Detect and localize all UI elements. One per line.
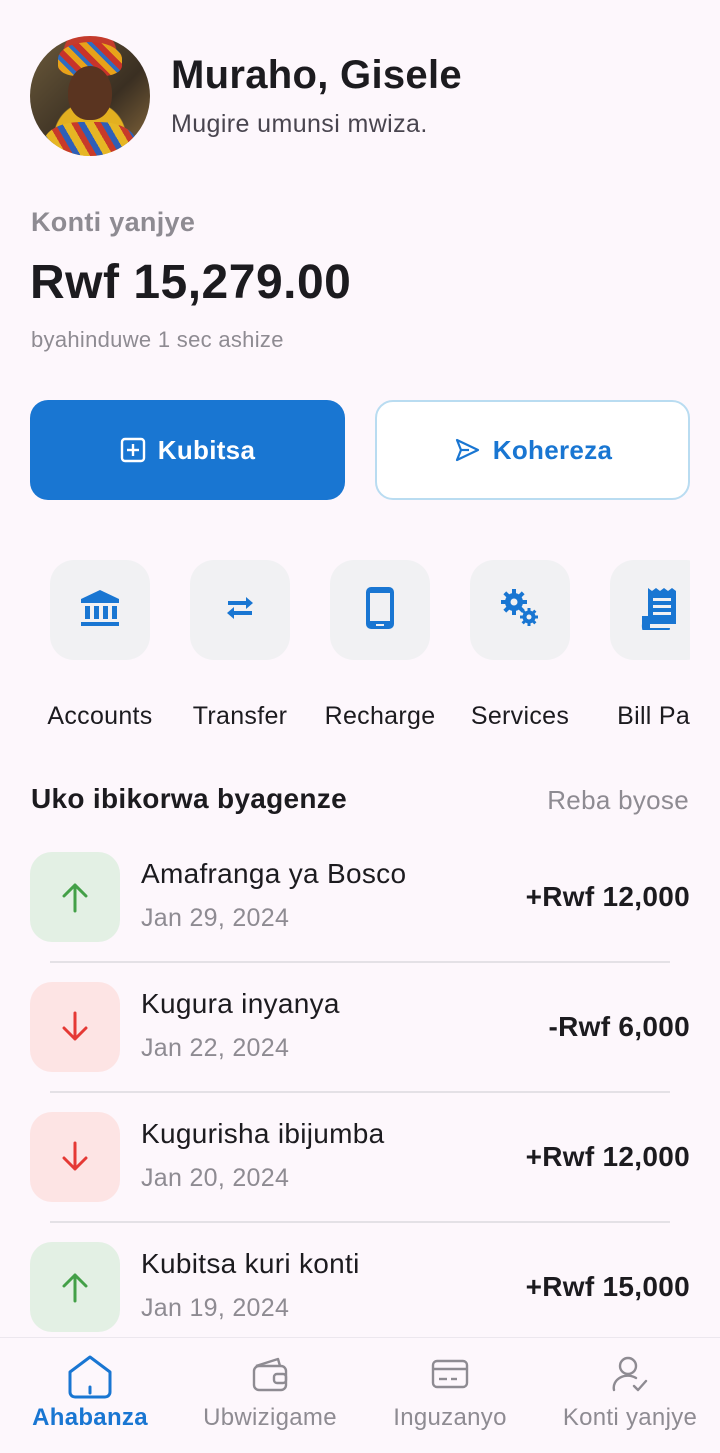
transaction-date: Jan 22, 2024: [141, 1034, 290, 1062]
arrow-up-icon: [30, 1242, 120, 1332]
avatar[interactable]: [30, 36, 150, 156]
deposit-button[interactable]: Kubitsa: [30, 400, 345, 500]
nav-label: Konti yanjye: [562, 1404, 698, 1431]
divider: [50, 1091, 670, 1093]
balance-label: Konti yanjye: [31, 207, 196, 237]
quick-action-label: Services: [470, 702, 570, 730]
transaction-row[interactable]: Kugurisha ibijumba Jan 20, 2024 +Rwf 12,…: [30, 1112, 690, 1202]
bank-icon: [79, 587, 121, 634]
greeting-title: Muraho, Gisele: [171, 53, 462, 97]
send-icon: [453, 436, 481, 464]
home-icon: [0, 1354, 180, 1400]
arrow-up-icon: [30, 852, 120, 942]
deposit-button-label: Kubitsa: [157, 434, 256, 465]
see-all-link[interactable]: Reba byose: [547, 785, 689, 816]
recent-activity-title: Uko ibikorwa byagenze: [31, 783, 347, 814]
greeting-header: Muraho, Gisele Mugire umunsi mwiza.: [30, 36, 462, 156]
quick-action-label: Accounts: [47, 702, 153, 730]
nav-savings[interactable]: Ubwizigame: [180, 1338, 360, 1453]
transaction-date: Jan 20, 2024: [141, 1164, 290, 1192]
quick-action-recharge[interactable]: Recharge: [310, 560, 450, 731]
nav-label: Ubwizigame: [203, 1404, 337, 1431]
swap-icon: [220, 588, 260, 633]
balance-updated-text: byahinduwe 1 sec ashize: [31, 327, 284, 352]
transaction-amount: +Rwf 12,000: [525, 1141, 690, 1172]
transaction-date: Jan 19, 2024: [141, 1294, 290, 1322]
transaction-amount: +Rwf 15,000: [525, 1271, 690, 1302]
nav-home[interactable]: Ahabanza: [0, 1338, 180, 1453]
greeting-subtitle: Mugire umunsi mwiza.: [171, 110, 428, 138]
quick-action-label: Transfer: [192, 702, 288, 730]
send-button-label: Kohereza: [492, 434, 613, 465]
nav-label: Inguzanyo: [393, 1404, 507, 1431]
bottom-navigation: Ahabanza Ubwizigame Inguzanyo Konti yanj…: [0, 1337, 720, 1453]
divider: [50, 961, 670, 963]
transaction-amount: +Rwf 12,000: [525, 881, 690, 912]
nav-my-account[interactable]: Konti yanjye: [540, 1338, 720, 1453]
quick-action-label: Bill Pay: [617, 702, 690, 730]
transaction-amount: -Rwf 6,000: [548, 1011, 690, 1042]
nav-label: Ahabanza: [32, 1404, 148, 1431]
wallet-icon: [180, 1354, 360, 1394]
transaction-date: Jan 29, 2024: [141, 904, 290, 932]
nav-loans[interactable]: Inguzanyo: [360, 1338, 540, 1453]
phone-icon: [364, 585, 396, 636]
transaction-name: Kubitsa kuri konti: [141, 1248, 360, 1279]
card-icon: [360, 1354, 540, 1394]
transaction-row[interactable]: Kubitsa kuri konti Jan 19, 2024 +Rwf 15,…: [30, 1242, 690, 1332]
profile-icon: [540, 1354, 720, 1394]
quick-action-transfer[interactable]: Transfer: [170, 560, 310, 731]
quick-actions: Accounts Transfer Recharge Services Bill…: [30, 560, 690, 740]
quick-action-services[interactable]: Services: [450, 560, 590, 731]
arrow-down-icon: [30, 982, 120, 1072]
transaction-name: Kugurisha ibijumba: [141, 1118, 385, 1149]
quick-action-accounts[interactable]: Accounts: [30, 560, 170, 731]
transaction-name: Kugura inyanya: [141, 988, 340, 1019]
transaction-row[interactable]: Amafranga ya Bosco Jan 29, 2024 +Rwf 12,…: [30, 852, 690, 942]
quick-action-bill-pay[interactable]: Bill Pay: [590, 560, 690, 731]
transaction-name: Amafranga ya Bosco: [141, 858, 407, 889]
arrow-down-icon: [30, 1112, 120, 1202]
balance-amount: Rwf 15,279.00: [30, 256, 352, 309]
add-box-icon: [120, 437, 146, 463]
transaction-row[interactable]: Kugura inyanya Jan 22, 2024 -Rwf 6,000: [30, 982, 690, 1072]
send-button[interactable]: Kohereza: [375, 400, 690, 500]
gears-icon: [498, 586, 542, 635]
divider: [50, 1221, 670, 1223]
receipt-icon: [640, 586, 680, 640]
quick-action-label: Recharge: [324, 702, 436, 730]
